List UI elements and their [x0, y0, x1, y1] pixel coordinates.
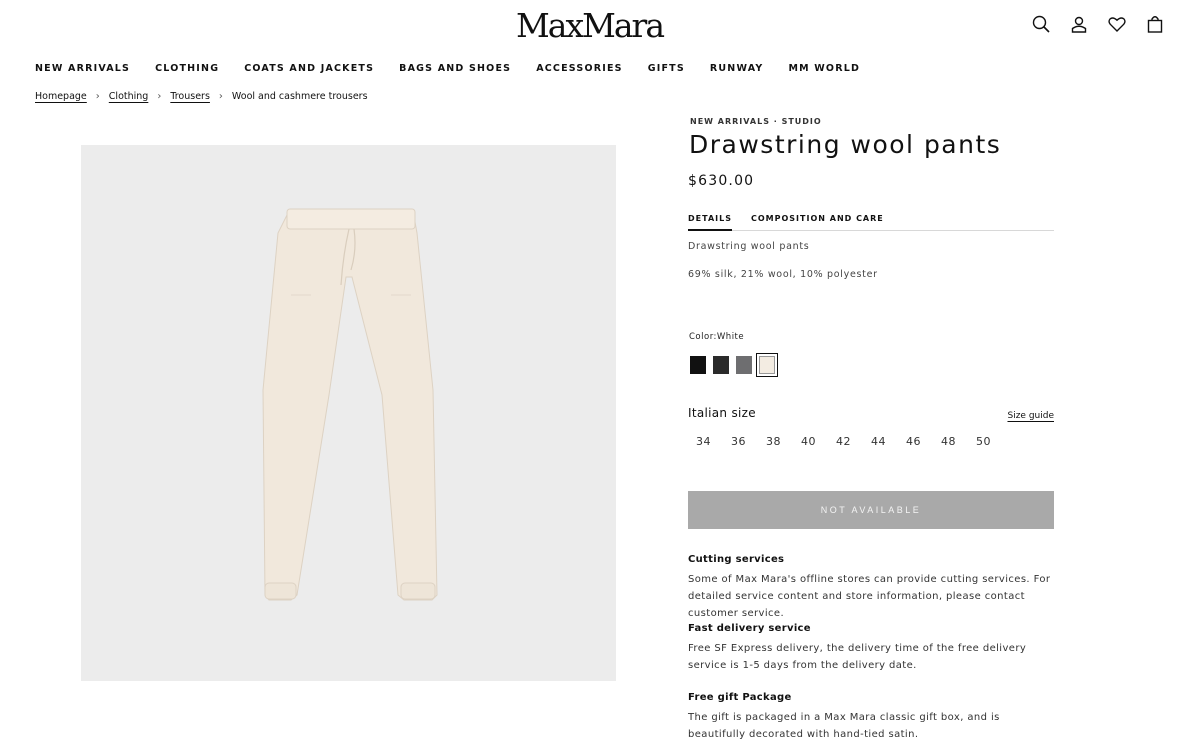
breadcrumb-homepage[interactable]: Homepage [35, 91, 87, 102]
service-heading: Free gift Package [688, 692, 792, 703]
size-option[interactable]: 48 [941, 435, 976, 448]
service-fast-delivery: Fast delivery service Free SF Express de… [688, 623, 1054, 674]
color-label: Color:White [689, 332, 745, 342]
color-swatch-grey[interactable] [736, 356, 752, 374]
service-heading: Fast delivery service [688, 623, 811, 634]
size-option[interactable]: 38 [766, 435, 801, 448]
size-guide-link[interactable]: Size guide [1007, 411, 1054, 421]
tab-composition-and-care[interactable]: COMPOSITION AND CARE [751, 214, 884, 223]
service-gift-package: Free gift Package The gift is packaged i… [688, 692, 1054, 743]
color-swatch-black[interactable] [690, 356, 706, 374]
header-icons [1031, 14, 1165, 34]
detail-description: Drawstring wool pants [688, 241, 810, 252]
service-body: Free SF Express delivery, the delivery t… [688, 643, 1027, 671]
not-available-button[interactable]: NOT AVAILABLE [688, 491, 1054, 529]
service-heading: Cutting services [688, 554, 785, 565]
product-tabs: DETAILS COMPOSITION AND CARE [688, 210, 1054, 231]
nav-item-clothing[interactable]: CLOTHING [155, 63, 219, 74]
product-price: $630.00 [688, 173, 755, 189]
color-swatches [690, 353, 778, 377]
nav-item-accessories[interactable]: ACCESSORIES [536, 63, 623, 74]
service-body: The gift is packaged in a Max Mara class… [688, 712, 1000, 740]
account-icon[interactable] [1069, 14, 1089, 34]
nav-item-gifts[interactable]: GIFTS [648, 63, 685, 74]
chevron-right-icon: › [157, 91, 162, 102]
size-option[interactable]: 44 [871, 435, 906, 448]
service-body: Some of Max Mara's offline stores can pr… [688, 574, 1051, 619]
size-option[interactable]: 46 [906, 435, 941, 448]
size-option[interactable]: 42 [836, 435, 871, 448]
size-label: Italian size [688, 406, 756, 420]
size-option[interactable]: 50 [976, 435, 1011, 448]
pants-illustration [81, 145, 616, 681]
size-options: 34 36 38 40 42 44 46 48 50 [696, 435, 1011, 448]
size-option[interactable]: 40 [801, 435, 836, 448]
shopping-bag-icon[interactable] [1145, 14, 1165, 34]
wishlist-heart-icon[interactable] [1107, 14, 1127, 34]
chevron-right-icon: › [95, 91, 100, 102]
nav-item-bags-and-shoes[interactable]: BAGS AND SHOES [399, 63, 511, 74]
product-image[interactable] [81, 145, 616, 681]
search-icon[interactable] [1031, 14, 1051, 34]
breadcrumb-current: Wool and cashmere trousers [231, 91, 368, 102]
service-cutting: Cutting services Some of Max Mara's offl… [688, 554, 1054, 622]
nav-item-runway[interactable]: RUNWAY [710, 63, 764, 74]
product-title: Drawstring wool pants [689, 130, 1002, 159]
size-option[interactable]: 34 [696, 435, 731, 448]
breadcrumb-trousers[interactable]: Trousers [170, 91, 210, 102]
product-collection-label: NEW ARRIVALS · STUDIO [690, 117, 822, 126]
color-swatch-white[interactable] [756, 353, 778, 377]
brand-logo[interactable]: MaxMara [0, 6, 1179, 46]
nav-item-coats-and-jackets[interactable]: COATS AND JACKETS [244, 63, 374, 74]
nav-item-new-arrivals[interactable]: NEW ARRIVALS [35, 63, 130, 74]
breadcrumb: Homepage › Clothing › Trousers › Wool an… [35, 91, 368, 102]
detail-composition: 69% silk, 21% wool, 10% polyester [688, 269, 878, 280]
main-navigation: NEW ARRIVALS CLOTHING COATS AND JACKETS … [35, 63, 885, 74]
chevron-right-icon: › [218, 91, 223, 102]
breadcrumb-clothing[interactable]: Clothing [109, 91, 149, 102]
color-swatch-charcoal[interactable] [713, 356, 729, 374]
nav-item-mm-world[interactable]: MM WORLD [788, 63, 860, 74]
size-option[interactable]: 36 [731, 435, 766, 448]
tab-details[interactable]: DETAILS [688, 214, 732, 231]
